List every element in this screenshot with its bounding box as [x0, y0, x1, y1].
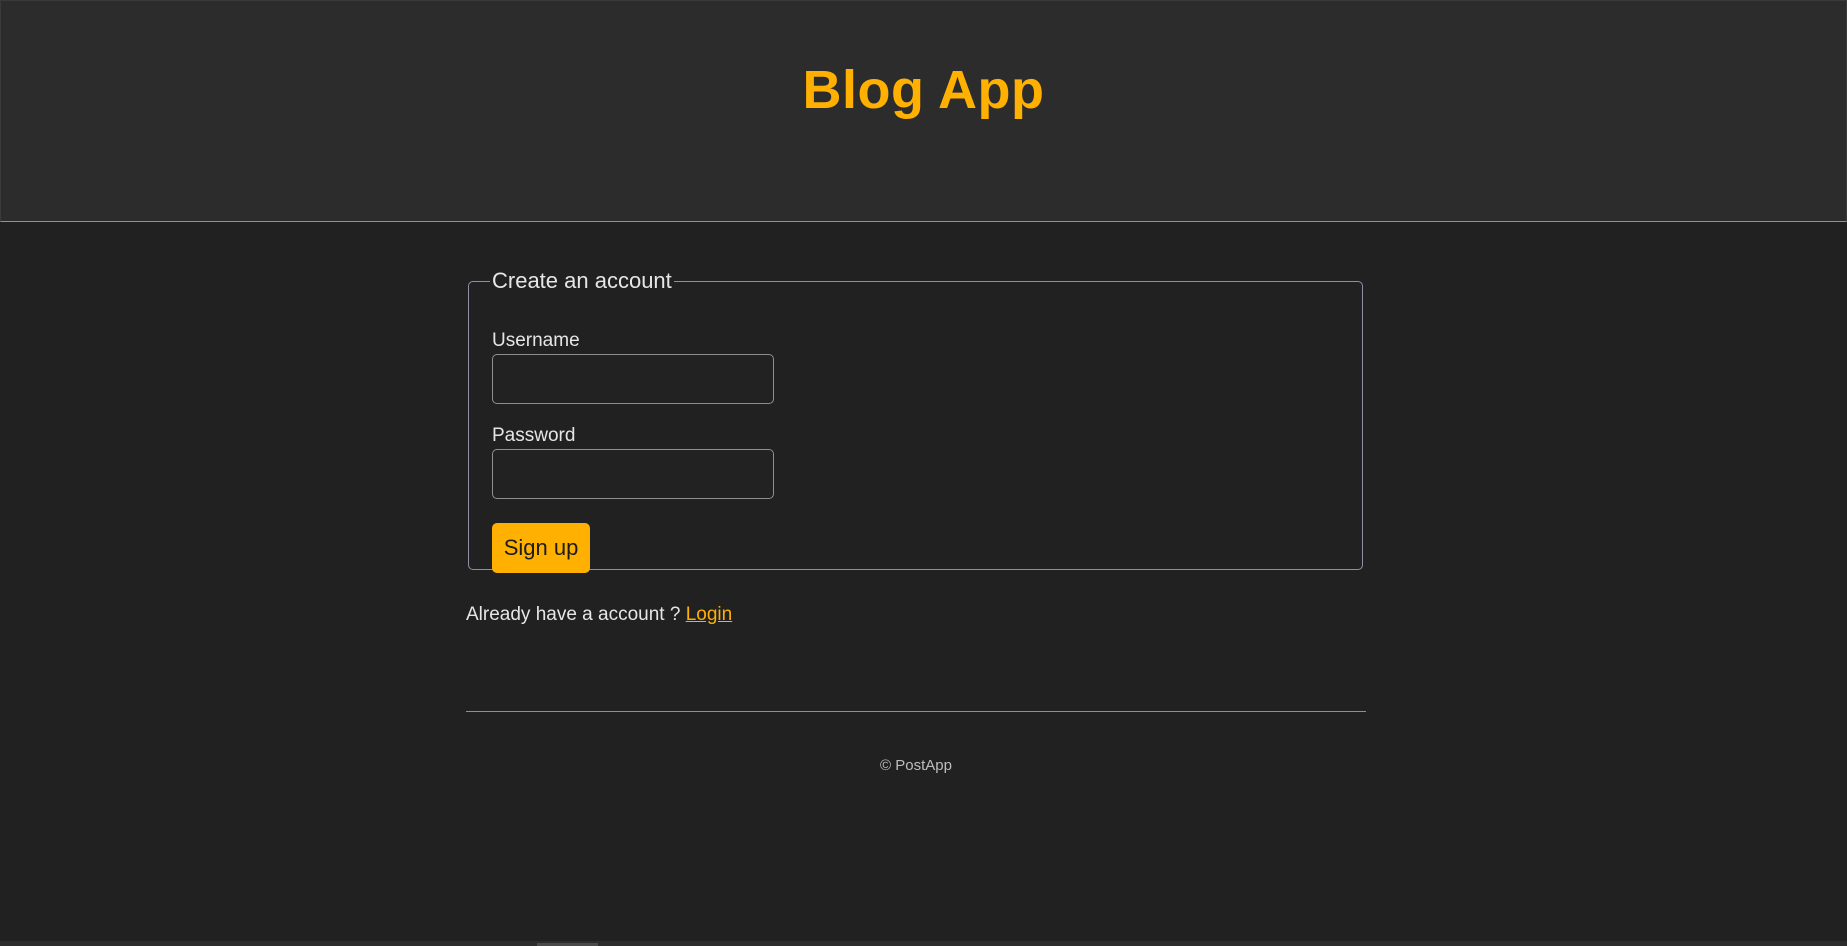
login-prompt-text: Already have a account ? — [466, 604, 681, 625]
login-prompt: Already have a account ? Login — [466, 604, 732, 626]
username-label: Username — [492, 330, 580, 351]
username-input[interactable] — [492, 354, 774, 404]
app-title: Blog App — [802, 60, 1045, 120]
footer-copyright: © PostApp — [880, 757, 952, 774]
app-header: Blog App — [0, 0, 1847, 222]
signup-legend: Create an account — [492, 268, 672, 293]
login-link[interactable]: Login — [686, 604, 733, 625]
signup-button[interactable]: Sign up — [492, 523, 590, 573]
password-label: Password — [492, 425, 576, 446]
password-input[interactable] — [492, 449, 774, 499]
horizontal-scrollbar[interactable] — [0, 941, 1847, 946]
signup-fieldset: Create an account Username Password Sign… — [468, 268, 1363, 573]
footer: © PostApp — [466, 757, 1366, 774]
footer-divider — [466, 711, 1366, 712]
